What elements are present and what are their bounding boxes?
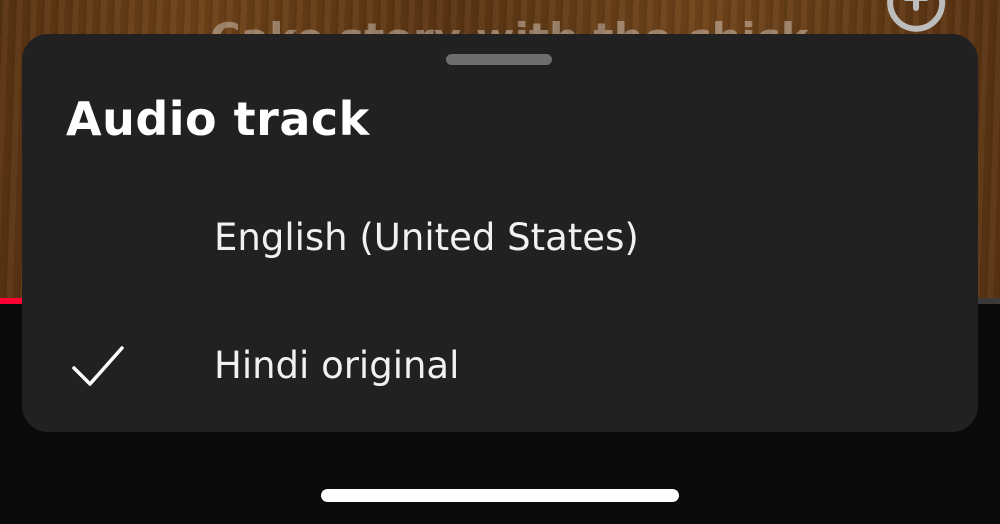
audio-option-english[interactable]: English (United States) (22, 186, 978, 296)
option-label: English (United States) (214, 216, 639, 259)
home-indicator[interactable] (321, 489, 679, 502)
sheet-title: Audio track (66, 92, 370, 146)
option-label: Hindi original (214, 344, 460, 387)
audio-option-hindi[interactable]: Hindi original (22, 314, 978, 424)
replay-icon[interactable] (880, 0, 950, 36)
drag-handle[interactable] (446, 54, 552, 65)
video-player-screen: Cake story with the chick... Audio track… (0, 0, 1000, 524)
checkmark-icon (72, 346, 124, 386)
audio-track-sheet: Audio track English (United States) Hind… (22, 34, 978, 432)
